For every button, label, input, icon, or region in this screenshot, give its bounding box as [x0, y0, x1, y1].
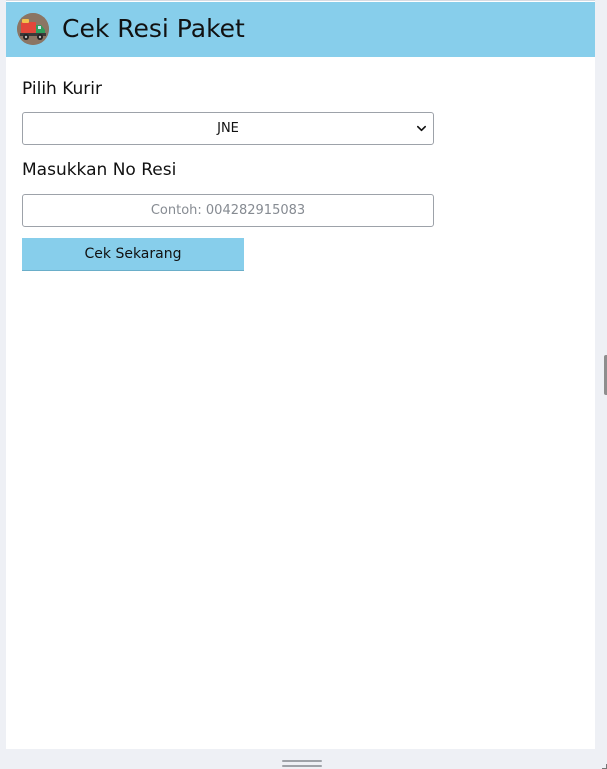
check-now-button[interactable]: Cek Sekarang — [22, 238, 244, 271]
courier-select[interactable]: JNE — [22, 112, 434, 145]
resize-handle-bottom-line[interactable] — [282, 765, 322, 767]
courier-selected-value: JNE — [217, 121, 239, 136]
resi-input[interactable] — [22, 194, 434, 227]
resize-corner-icon[interactable] — [602, 764, 607, 769]
app-window: Cek Resi Paket Pilih Kurir JNE Masukkan … — [6, 0, 595, 749]
delivery-truck-icon — [17, 13, 49, 45]
app-header: Cek Resi Paket — [6, 2, 595, 57]
resize-handle-top-line[interactable] — [282, 760, 322, 762]
chevron-down-icon — [416, 123, 427, 134]
page-title: Cek Resi Paket — [62, 14, 245, 43]
resi-label: Masukkan No Resi — [22, 160, 177, 180]
courier-label: Pilih Kurir — [22, 79, 103, 99]
